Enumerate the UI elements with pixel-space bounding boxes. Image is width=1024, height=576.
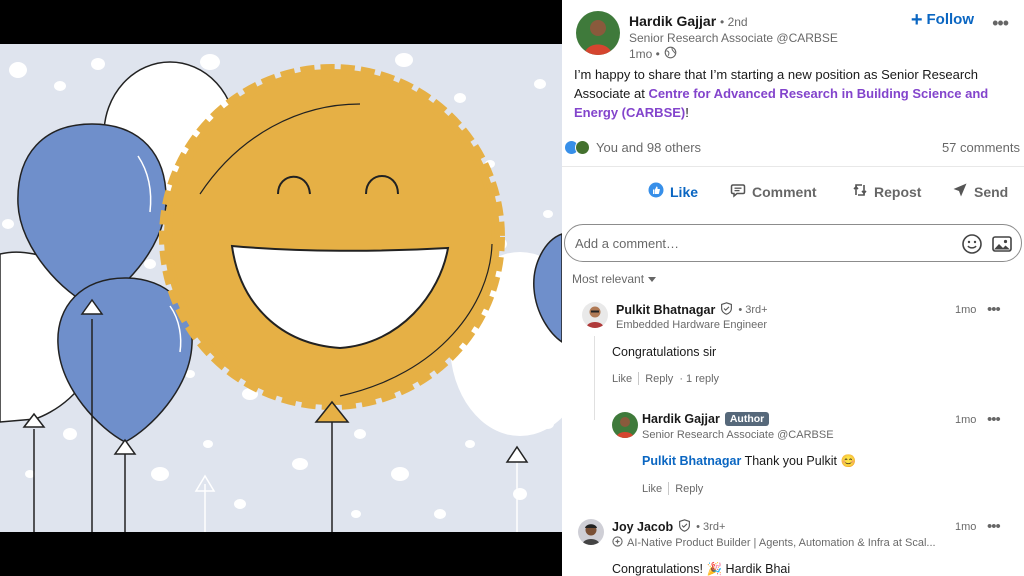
commenter-avatar[interactable] bbox=[578, 519, 604, 545]
author-badge: Author bbox=[724, 412, 770, 426]
comment-like-button[interactable]: Like bbox=[642, 483, 662, 495]
reactions-summary[interactable]: You and 98 others bbox=[564, 140, 701, 155]
commenter-degree: • 3rd+ bbox=[696, 521, 726, 533]
post-time: 1mo • bbox=[629, 47, 660, 61]
celebration-illustration bbox=[0, 44, 562, 532]
sort-comments-dropdown[interactable]: Most relevant bbox=[572, 272, 657, 286]
comment-reply-button[interactable]: Reply bbox=[675, 483, 703, 495]
commenter-headline: Senior Research Associate @CARBSE bbox=[642, 429, 834, 441]
commenter-avatar[interactable] bbox=[582, 302, 608, 328]
comment-box bbox=[564, 224, 1022, 262]
reply-item: Hardik Gajjar Author Senior Research Ass… bbox=[612, 411, 1022, 502]
commenter-avatar[interactable] bbox=[612, 412, 638, 438]
comment-item: Joy Jacob • 3rd+ AI-Native Product Build… bbox=[578, 518, 1022, 576]
comment-text: Congratulations! 🎉 Hardik Bhai bbox=[612, 562, 791, 576]
comment-time: 1mo bbox=[955, 521, 977, 533]
comment-more-icon[interactable]: ••• bbox=[987, 301, 1001, 318]
commenter-degree: • 3rd+ bbox=[738, 304, 768, 316]
sparkle-icon bbox=[612, 536, 623, 550]
post-header: Hardik Gajjar • 2nd Senior Research Asso… bbox=[576, 8, 1016, 62]
author-avatar[interactable] bbox=[576, 11, 620, 55]
user-mention[interactable]: Pulkit Bhatnagar bbox=[642, 454, 741, 468]
comment-more-icon[interactable]: ••• bbox=[987, 518, 1001, 535]
post-image-area bbox=[0, 0, 562, 576]
comment-more-icon[interactable]: ••• bbox=[987, 411, 1001, 428]
author-headline: Senior Research Associate @CARBSE bbox=[629, 31, 838, 45]
plus-icon: + bbox=[910, 8, 923, 31]
celebrate-reaction-icon bbox=[575, 140, 590, 155]
verified-icon bbox=[720, 302, 733, 318]
comment-text: Congratulations sir bbox=[612, 345, 717, 359]
repost-button[interactable]: Repost bbox=[852, 182, 921, 201]
comment-actions: Like Reply bbox=[642, 482, 703, 495]
commenter-name[interactable]: Joy Jacob bbox=[612, 520, 673, 534]
post-panel: Hardik Gajjar • 2nd Senior Research Asso… bbox=[562, 0, 1024, 576]
send-icon bbox=[952, 182, 968, 201]
verified-icon bbox=[678, 519, 691, 535]
emoji-icon[interactable] bbox=[961, 233, 983, 260]
comment-icon bbox=[730, 182, 746, 201]
more-options-icon[interactable]: ••• bbox=[992, 13, 1009, 34]
comment-time: 1mo bbox=[955, 414, 977, 426]
repost-icon bbox=[852, 182, 868, 201]
comments-count[interactable]: 57 comments bbox=[942, 140, 1020, 155]
comment-like-button[interactable]: Like bbox=[612, 373, 632, 385]
like-button[interactable]: Like bbox=[648, 182, 698, 201]
post-meta: 1mo • bbox=[629, 46, 677, 62]
post-text: I’m happy to share that I’m starting a n… bbox=[574, 67, 989, 120]
comment-time: 1mo bbox=[955, 304, 977, 316]
send-button[interactable]: Send bbox=[952, 182, 1008, 201]
comment-text: Pulkit Bhatnagar Thank you Pulkit 😊 bbox=[642, 454, 857, 468]
globe-icon bbox=[664, 46, 677, 62]
post-actions: Like Comment Repost Send bbox=[562, 176, 1024, 208]
image-icon[interactable] bbox=[991, 233, 1013, 260]
connection-degree: • 2nd bbox=[720, 15, 748, 29]
commenter-name[interactable]: Pulkit Bhatnagar bbox=[616, 303, 715, 317]
reply-count[interactable]: · 1 reply bbox=[679, 373, 719, 385]
caret-down-icon bbox=[648, 272, 657, 286]
follow-button[interactable]: + Follow bbox=[910, 8, 974, 31]
comment-item: Pulkit Bhatnagar • 3rd+ Embedded Hardwar… bbox=[582, 301, 1022, 402]
divider bbox=[638, 372, 640, 385]
comment-reply-button[interactable]: Reply bbox=[645, 373, 673, 385]
divider bbox=[668, 482, 670, 495]
comment-actions: Like Reply · 1 reply bbox=[612, 372, 719, 385]
comment-button[interactable]: Comment bbox=[730, 182, 817, 201]
comment-input[interactable] bbox=[575, 233, 935, 253]
commenter-headline: AI-Native Product Builder | Agents, Auto… bbox=[627, 537, 936, 549]
social-counts: You and 98 others 57 comments bbox=[564, 140, 1022, 158]
commenter-headline: Embedded Hardware Engineer bbox=[616, 319, 768, 331]
thread-line bbox=[594, 336, 595, 420]
commenter-name[interactable]: Hardik Gajjar bbox=[642, 412, 720, 426]
author-name[interactable]: Hardik Gajjar bbox=[629, 13, 716, 29]
divider bbox=[562, 166, 1024, 167]
thumbs-up-icon bbox=[648, 182, 664, 201]
